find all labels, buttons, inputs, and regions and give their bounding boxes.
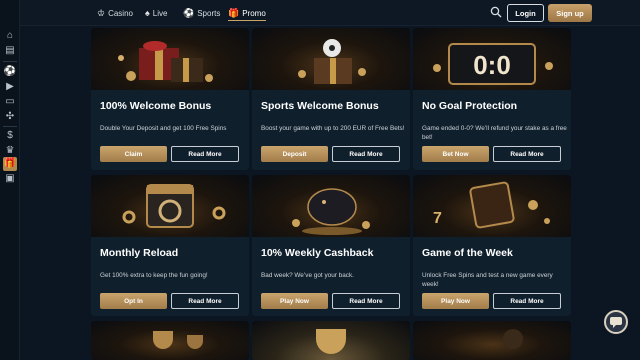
promo-description: Game ended 0-0? We’ll refund your stake … xyxy=(422,125,567,141)
sports-ball-icon[interactable]: ⚽ xyxy=(3,65,17,79)
casino-icon: ♔ xyxy=(97,7,106,18)
bet-now-button[interactable]: Bet Now xyxy=(422,146,489,162)
chat-icon xyxy=(610,317,622,328)
promo-image-scoreboard: 0:0 xyxy=(413,28,571,90)
login-button[interactable]: Login xyxy=(507,4,544,22)
sidebar-divider xyxy=(3,61,17,62)
promo-icon: 🎁 xyxy=(228,7,240,18)
promo-gift-icon[interactable]: 🎁 xyxy=(3,157,17,171)
promo-title: 100% Welcome Bonus xyxy=(100,100,212,112)
read-more-button[interactable]: Read More xyxy=(493,146,561,162)
tv-icon[interactable]: ▭ xyxy=(3,95,17,109)
opt-in-button[interactable]: Opt In xyxy=(100,293,167,309)
live-icon[interactable]: ▶ xyxy=(3,80,17,94)
nav-live[interactable]: ♠ Live xyxy=(145,0,167,26)
crown-icon[interactable]: ♛ xyxy=(3,144,17,158)
nav-live-label: Live xyxy=(152,8,168,18)
claim-button[interactable]: Claim xyxy=(100,146,167,162)
scoreboard-score: 0:0 xyxy=(473,50,511,80)
nav-promo-label: Promo xyxy=(242,8,266,18)
home-icon[interactable]: ⌂ xyxy=(3,29,17,43)
promo-card-partial xyxy=(91,321,249,360)
promo-card: 100% Welcome Bonus Double Your Deposit a… xyxy=(91,28,249,170)
promo-title: 10% Weekly Cashback xyxy=(261,247,374,259)
nav-sports-label: Sports xyxy=(197,8,221,18)
promo-title: Sports Welcome Bonus xyxy=(261,100,379,112)
promo-image-athlete xyxy=(413,321,571,360)
promo-card: Sports Welcome Bonus Boost your game wit… xyxy=(252,28,410,170)
pinwheel-icon[interactable]: ✣ xyxy=(3,110,17,124)
svg-text:7: 7 xyxy=(433,210,442,227)
promo-card-partial xyxy=(413,321,571,360)
bonus-icon[interactable]: $ xyxy=(3,129,17,143)
promo-card: 10% Weekly Cashback Bad week? We’ve got … xyxy=(252,175,410,316)
promo-description: Bad week? We’ve got your back. xyxy=(261,272,354,279)
sports-icon: ⚽ xyxy=(183,7,195,18)
read-more-button[interactable]: Read More xyxy=(171,146,239,162)
nav-sports[interactable]: ⚽ Sports xyxy=(183,0,220,26)
promo-image-gifts xyxy=(91,28,249,90)
promo-image-soccer-gift xyxy=(252,28,410,90)
promo-image-slot-dice: 7 xyxy=(413,175,571,237)
promo-card: 7 Game of the Week Unlock Free Spins and… xyxy=(413,175,571,316)
read-more-button[interactable]: Read More xyxy=(171,293,239,309)
promo-title: No Goal Protection xyxy=(422,100,518,112)
promo-description: Boost your game with up to 200 EUR of Fr… xyxy=(261,125,405,132)
promo-image-trophy-stage xyxy=(252,321,410,360)
promo-image-piggy-bank xyxy=(252,175,410,237)
read-more-button[interactable]: Read More xyxy=(493,293,561,309)
nav-casino-label: Casino xyxy=(108,8,133,18)
search-icon[interactable] xyxy=(490,6,502,18)
promo-card-partial xyxy=(252,321,410,360)
promo-title: Game of the Week xyxy=(422,247,513,259)
sidebar-divider xyxy=(3,126,17,127)
read-more-button[interactable]: Read More xyxy=(332,293,400,309)
promo-description: Unlock Free Spins and test a new game ev… xyxy=(422,272,553,288)
play-now-button[interactable]: Play Now xyxy=(422,293,489,309)
play-now-button[interactable]: Play Now xyxy=(261,293,328,309)
promo-card: 0:0 No Goal Protection Game ended 0-0? W… xyxy=(413,28,571,170)
live-icon: ♠ xyxy=(145,8,150,18)
nav-casino[interactable]: ♔ Casino xyxy=(97,0,133,26)
signup-button[interactable]: Sign up xyxy=(548,4,592,22)
promo-image-trophies xyxy=(91,321,249,360)
promo-image-calendar xyxy=(91,175,249,237)
left-sidebar: ⌂ ▤ ⚽ ▶ ▭ ✣ $ ♛ 🎁 ▣ xyxy=(0,0,20,360)
read-more-button[interactable]: Read More xyxy=(332,146,400,162)
deposit-button[interactable]: Deposit xyxy=(261,146,328,162)
vip-icon[interactable]: ▣ xyxy=(3,172,17,186)
promo-card: Monthly Reload Get 100% extra to keep th… xyxy=(91,175,249,316)
promo-description: Get 100% extra to keep the fun going! xyxy=(100,272,208,279)
slots-icon[interactable]: ▤ xyxy=(3,44,17,58)
live-chat-button[interactable] xyxy=(604,310,628,334)
nav-promo[interactable]: 🎁 Promo xyxy=(228,0,266,26)
promo-description: Double Your Deposit and get 100 Free Spi… xyxy=(100,125,227,132)
promo-title: Monthly Reload xyxy=(100,247,179,259)
top-navigation: ♔ Casino ♠ Live ⚽ Sports 🎁 Promo Login S… xyxy=(20,0,640,26)
